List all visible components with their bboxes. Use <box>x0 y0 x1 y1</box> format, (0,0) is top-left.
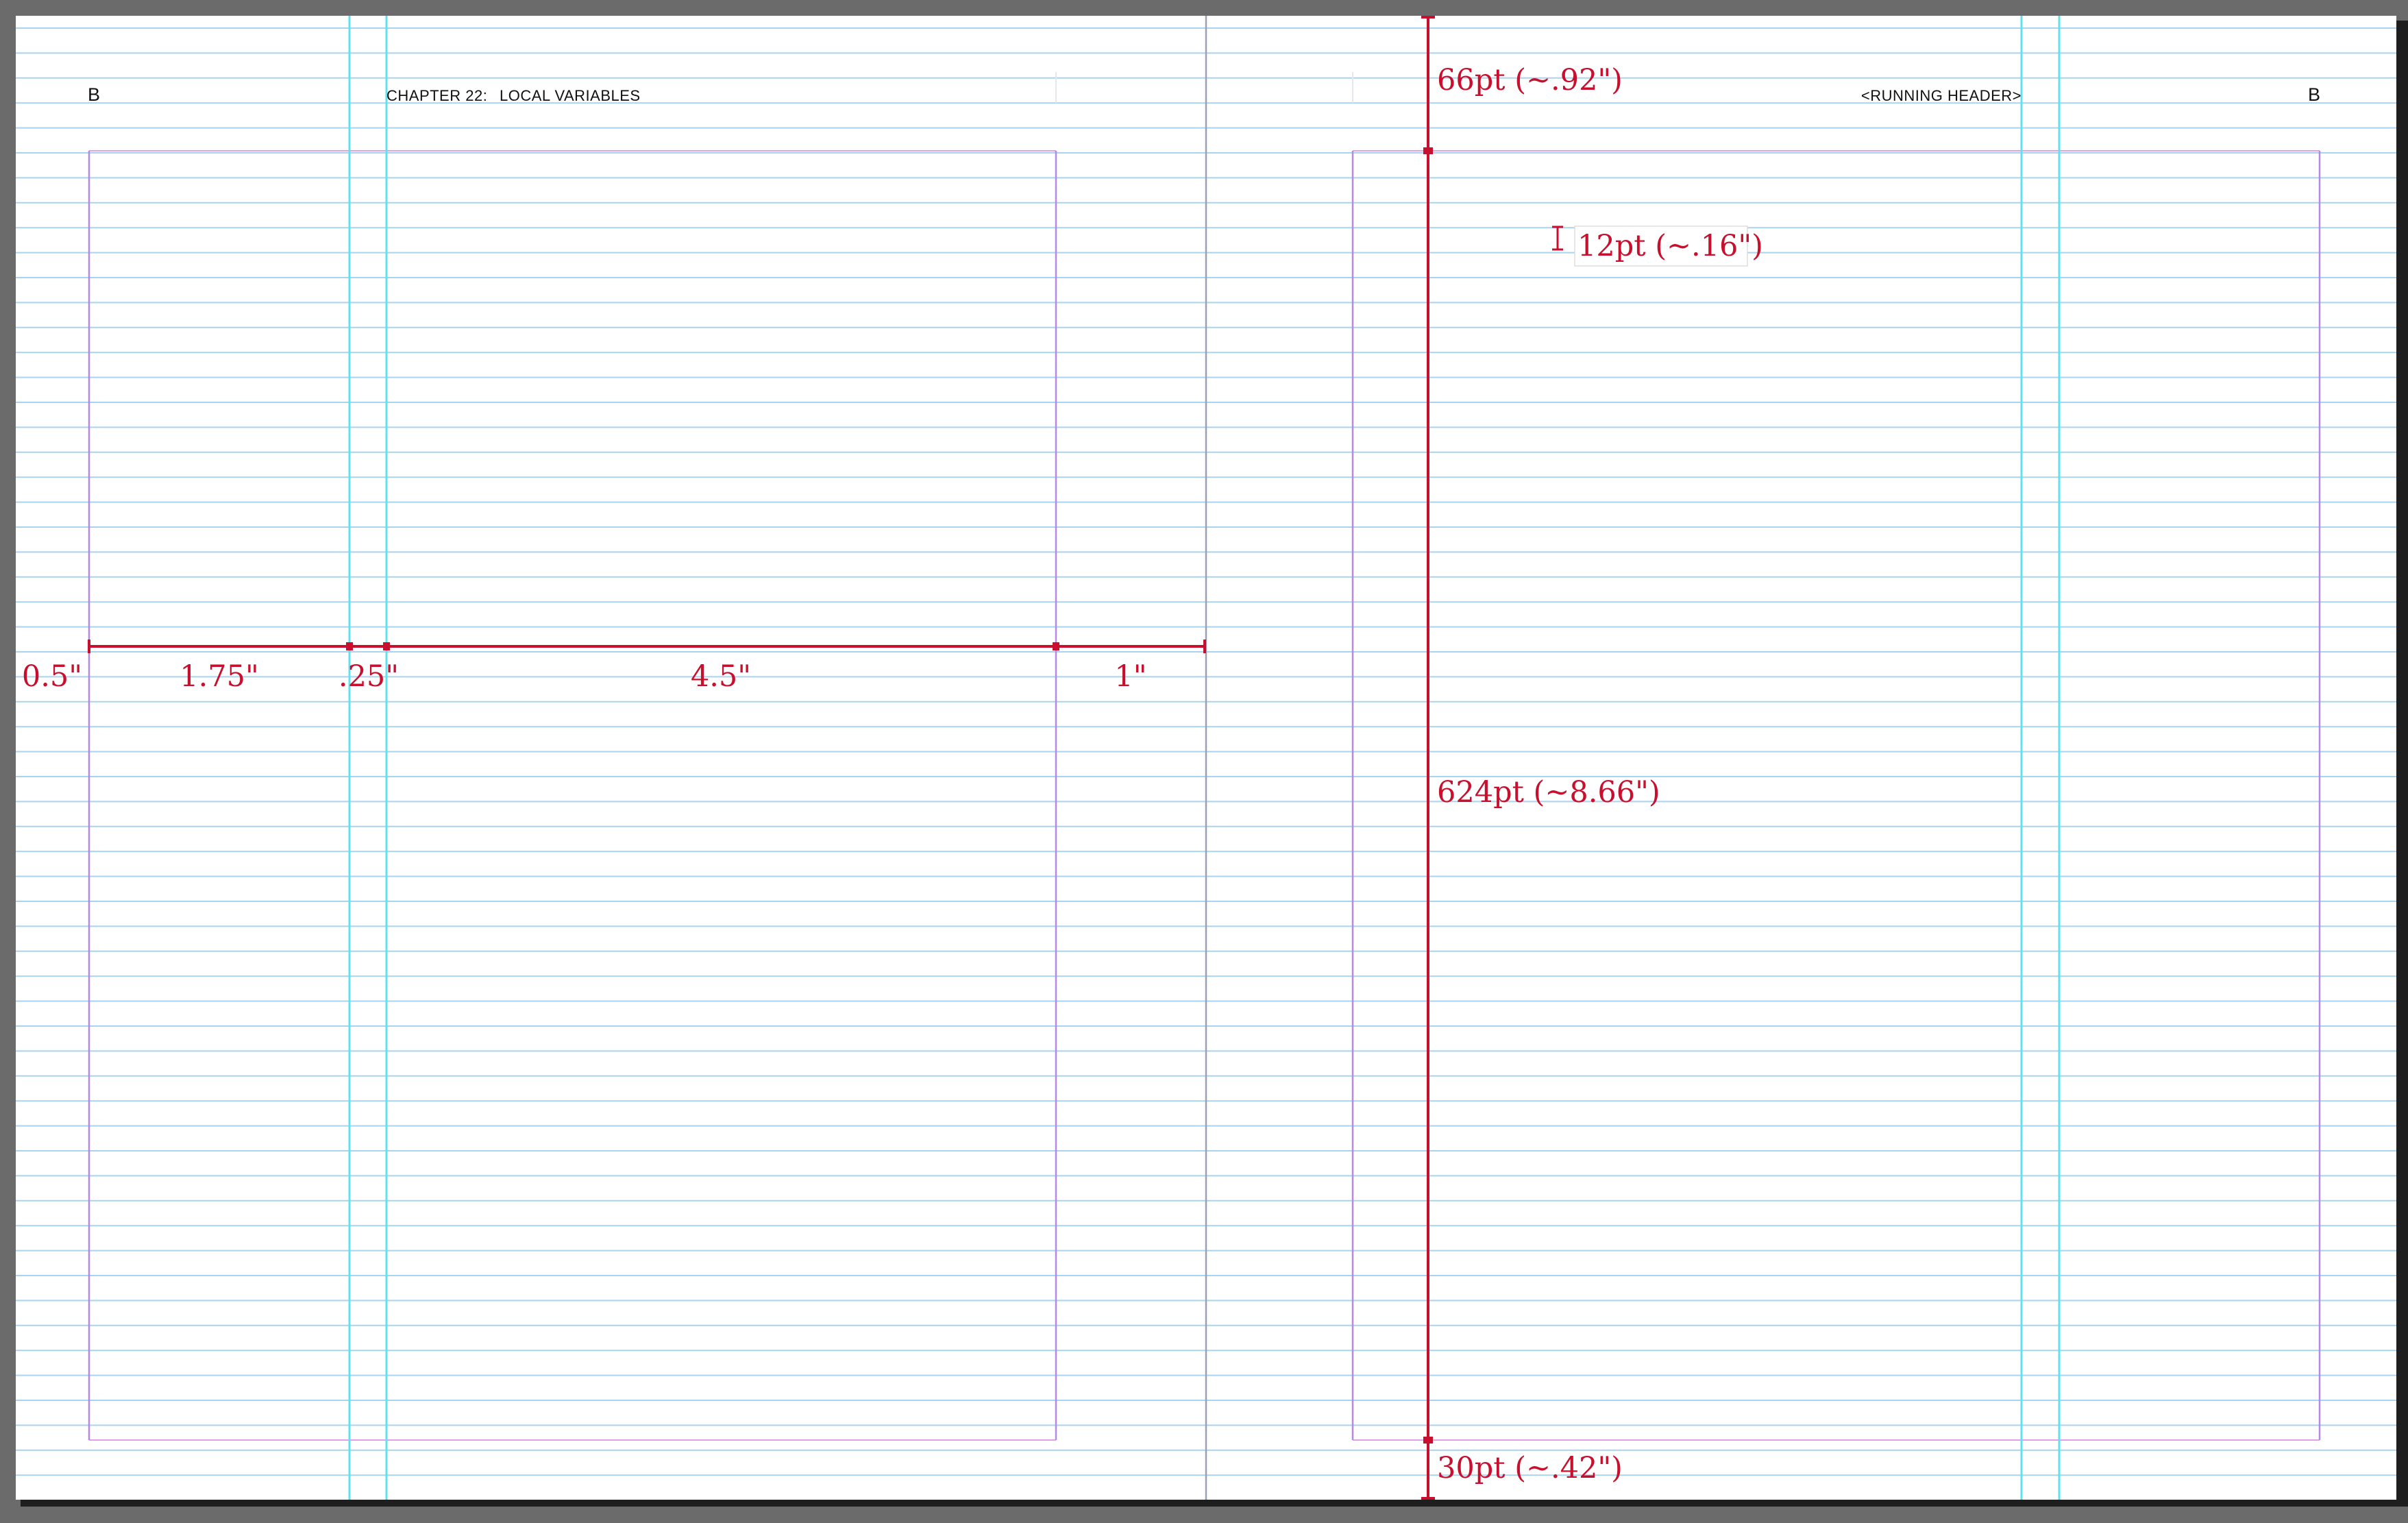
left-page-chapter-title[interactable]: LOCAL VARIABLES <box>500 87 641 104</box>
baseline-increment-callout: 12pt (~.16") <box>1552 226 1763 267</box>
left-page-master-prefix: B <box>88 84 100 105</box>
label-main-column: 4.5" <box>691 659 751 694</box>
label-gutter: .25" <box>339 659 399 694</box>
right-page-running-header[interactable]: <RUNNING HEADER> <box>1861 87 2022 104</box>
label-outer-margin: 0.5" <box>22 659 82 694</box>
label-inner-margin: 1" <box>1114 659 1146 694</box>
tick-sidebar-end <box>346 642 353 650</box>
left-page-chapter-label[interactable]: CHAPTER 22: <box>386 87 487 104</box>
label-baseline-grid: 12pt (~.16") <box>1577 229 1763 263</box>
tick-main-end <box>1053 642 1059 650</box>
label-top-margin: 66pt (~.92") <box>1437 63 1623 97</box>
right-page[interactable] <box>1206 16 2396 1500</box>
left-page[interactable] <box>16 16 1206 1500</box>
label-sidebar-column: 1.75" <box>180 659 259 694</box>
tick-bottom-margin <box>1423 1437 1433 1443</box>
indesign-spread-view: B CHAPTER 22: LOCAL VARIABLES <RUNNING H… <box>0 0 2408 1520</box>
tick-gutter-end <box>383 642 390 650</box>
label-text-area-height: 624pt (~8.66") <box>1437 775 1660 809</box>
tick-top-margin <box>1423 147 1433 154</box>
spread-canvas: B CHAPTER 22: LOCAL VARIABLES <RUNNING H… <box>0 0 2408 1520</box>
right-page-master-prefix: B <box>2308 84 2320 105</box>
label-bottom-margin: 30pt (~.42") <box>1437 1451 1623 1485</box>
